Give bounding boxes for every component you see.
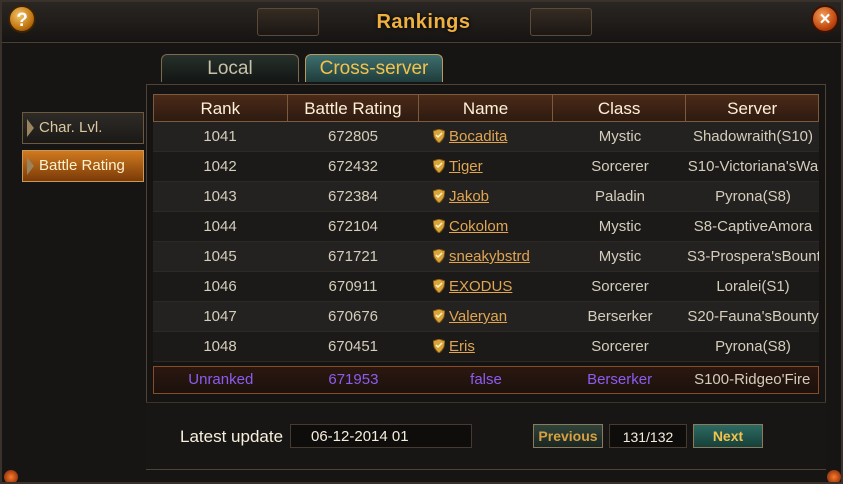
player-name-link[interactable]: Jakob	[449, 188, 489, 205]
rating-cell: 672805	[327, 128, 379, 145]
server-cell: Shadowraith(S10)	[692, 128, 814, 145]
sidebar-item-battle-rating[interactable]: Battle Rating	[22, 150, 144, 182]
rank-cell: 1046	[203, 278, 237, 295]
shield-icon	[432, 304, 446, 324]
name-cell: EXODUS	[419, 272, 553, 301]
shield-icon	[432, 184, 446, 204]
server-cell: Loralei(S1)	[716, 278, 790, 295]
close-button[interactable]: ×	[811, 5, 839, 33]
self-rating: 671953	[328, 371, 379, 388]
shield-icon	[432, 274, 446, 294]
table-header: Rank Battle Rating Name Class Server	[153, 94, 819, 122]
rank-cell: 1044	[203, 218, 237, 235]
header-rank[interactable]: Rank	[154, 95, 288, 121]
server-cell: S10-Victoriana'sWa	[687, 158, 819, 175]
previous-button[interactable]: Previous	[533, 424, 603, 448]
header-battle-rating[interactable]: Battle Rating	[288, 95, 420, 121]
name-cell: Eris	[419, 332, 553, 361]
page-indicator: 131/132	[609, 424, 687, 448]
name-cell: Bocadita	[419, 122, 553, 151]
name-cell: sneakybstrd	[419, 242, 553, 271]
self-class: Berserker	[587, 371, 653, 388]
self-row: Unranked 671953 false Berserker S100-Rid…	[153, 366, 819, 394]
rank-cell: 1048	[203, 338, 237, 355]
rank-cell: 1047	[203, 308, 237, 325]
rating-cell: 670451	[327, 338, 379, 355]
tab-cross-server[interactable]: Cross-server	[305, 54, 443, 82]
table-row: 1044 672104 Cokolom Mystic S8-CaptiveAmora	[153, 212, 819, 242]
table-body: 1041 672805 Bocadita Mystic Shadowraith(S10)…	[153, 122, 819, 362]
help-button[interactable]: ?	[8, 5, 36, 33]
class-cell: Mystic	[598, 218, 642, 235]
rating-cell: 672432	[327, 158, 379, 175]
player-name-link[interactable]: Cokolom	[449, 218, 508, 235]
shield-icon	[432, 154, 446, 174]
rating-cell: 670911	[328, 278, 378, 295]
rating-cell: 670676	[327, 308, 379, 325]
self-rank: Unranked	[188, 371, 254, 388]
rating-cell: 671721	[327, 248, 379, 265]
player-name-link[interactable]: Eris	[449, 338, 475, 355]
player-name-link[interactable]: sneakybstrd	[449, 248, 530, 265]
header-class[interactable]: Class	[553, 95, 687, 121]
table-row: 1042 672432 Tiger Sorcerer S10-Victoriana'sW…	[153, 152, 819, 182]
rank-cell: 1042	[203, 158, 237, 175]
rank-cell: 1045	[203, 248, 237, 265]
name-cell: Cokolom	[419, 212, 553, 241]
player-name-link[interactable]: Valeryan	[449, 308, 507, 325]
self-server: S100-Ridgeo'Fire	[694, 371, 811, 388]
class-cell: Mystic	[598, 128, 642, 145]
corner-gem-icon	[827, 470, 841, 482]
rating-cell: 672104	[327, 218, 379, 235]
name-cell: Valeryan	[419, 302, 553, 331]
self-name: false	[470, 371, 502, 388]
shield-icon	[432, 214, 446, 234]
class-cell: Sorcerer	[591, 278, 649, 295]
window-title: Rankings	[376, 11, 471, 33]
name-cell: Tiger	[419, 152, 553, 181]
corner-gem-icon	[4, 470, 18, 482]
rank-cell: 1041	[203, 128, 237, 145]
class-cell: Berserker	[587, 308, 653, 325]
tab-local[interactable]: Local	[161, 54, 299, 82]
server-cell: S20-Fauna'sBounty	[687, 308, 819, 325]
title-bar: Rankings ? ×	[2, 2, 841, 43]
latest-update-value: 06-12-2014 01	[290, 424, 472, 448]
shield-icon	[432, 244, 446, 264]
rankings-table: Rank Battle Rating Name Class Server 104…	[153, 94, 819, 362]
table-row: 1045 671721 sneakybstrd Mystic S3-Prospera's…	[153, 242, 819, 272]
table-row: 1041 672805 Bocadita Mystic Shadowraith(S10)	[153, 122, 819, 152]
rankings-window: Rankings ? × Local Cross-server Char. Lv…	[0, 0, 843, 484]
server-cell: Pyrona(S8)	[715, 188, 791, 205]
table-row: 1043 672384 Jakob Paladin Pyrona(S8)	[153, 182, 819, 212]
header-server[interactable]: Server	[686, 95, 818, 121]
shield-icon	[432, 124, 446, 144]
class-cell: Mystic	[598, 248, 642, 265]
rating-cell: 672384	[327, 188, 379, 205]
shield-icon	[432, 334, 446, 354]
latest-update-label: Latest update	[180, 427, 284, 446]
table-row: 1046 670911 EXODUS Sorcerer Loralei(S1)	[153, 272, 819, 302]
server-cell: Pyrona(S8)	[715, 338, 791, 355]
sidebar-item-char-lvl[interactable]: Char. Lvl.	[22, 112, 144, 144]
class-cell: Sorcerer	[591, 158, 649, 175]
player-name-link[interactable]: Tiger	[449, 158, 483, 175]
table-row: 1048 670451 Eris Sorcerer Pyrona(S8)	[153, 332, 819, 362]
header-name[interactable]: Name	[419, 95, 553, 121]
class-cell: Paladin	[594, 188, 646, 205]
player-name-link[interactable]: Bocadita	[449, 128, 507, 145]
player-name-link[interactable]: EXODUS	[449, 278, 512, 295]
name-cell: Jakob	[419, 182, 553, 211]
server-cell: S3-Prospera'sBount	[687, 248, 819, 265]
rank-cell: 1043	[203, 188, 237, 205]
table-row: 1047 670676 Valeryan Berserker S20-Fauna'sBo…	[153, 302, 819, 332]
server-cell: S8-CaptiveAmora	[693, 218, 813, 235]
class-cell: Sorcerer	[591, 338, 649, 355]
next-button[interactable]: Next	[693, 424, 763, 448]
